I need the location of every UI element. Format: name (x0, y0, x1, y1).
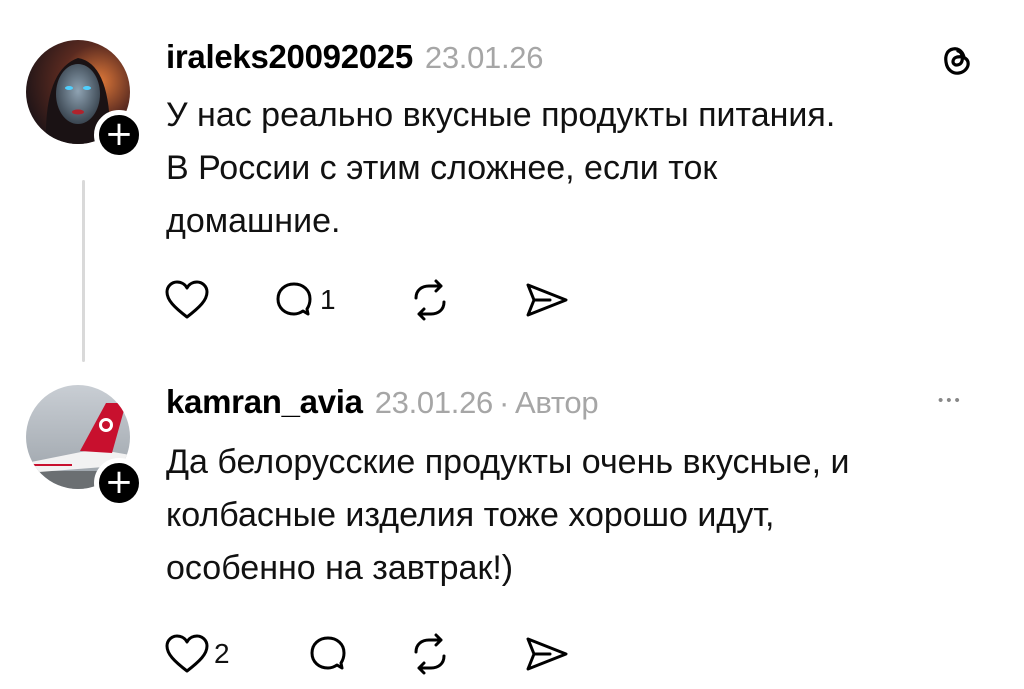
thread-connector-line (82, 180, 85, 362)
reply-button[interactable]: 1 (272, 272, 336, 328)
repost-icon (414, 633, 446, 675)
text-line: Да белорусские продукты очень вкусные, и (166, 443, 850, 481)
comment-header: iraleks20092025 23.01.26 (166, 38, 544, 76)
share-send-icon (526, 637, 568, 671)
text-line: В России с этим сложнее, если ток (166, 149, 718, 187)
repost-button[interactable] (408, 272, 452, 328)
like-button[interactable]: 2 (164, 626, 230, 682)
text-line: У нас реально вкусные продукты питания. (166, 96, 836, 134)
reply-count: 1 (320, 284, 336, 315)
timestamp: 23.01.26 (374, 385, 494, 420)
text-line: домашние. (166, 202, 341, 240)
reply-button[interactable] (306, 626, 354, 682)
share-send-icon (526, 283, 568, 317)
username[interactable]: iraleks20092025 (166, 38, 413, 75)
text-line: колбасные изделия тоже хорошо идут, (166, 496, 775, 534)
timestamp: 23.01.26 (424, 40, 544, 75)
repost-icon (414, 279, 446, 321)
share-button[interactable] (522, 272, 570, 328)
more-dots: ••• (938, 392, 963, 409)
share-button[interactable] (522, 626, 570, 682)
comment-header: kamran_avia 23.01.26 · Автор (166, 383, 599, 421)
like-count: 2 (214, 638, 230, 669)
text-line: особенно на завтрак!) (166, 549, 514, 587)
comment-bubble-icon (276, 282, 312, 316)
comment-text: У нас реально вкусные продукты питания. … (166, 89, 986, 248)
like-button[interactable] (164, 272, 214, 328)
separator: · (498, 385, 509, 420)
heart-icon (165, 280, 209, 319)
username[interactable]: kamran_avia (166, 383, 363, 420)
heart-icon (165, 634, 209, 673)
comment-text: Да белорусские продукты очень вкусные, и… (166, 436, 986, 595)
more-options-icon[interactable]: ••• (938, 392, 963, 409)
threads-logo-icon[interactable] (940, 40, 974, 83)
follow-button[interactable]: + (94, 110, 144, 160)
author-badge: Автор (515, 385, 599, 420)
repost-button[interactable] (408, 626, 452, 682)
comment-bubble-icon (310, 636, 346, 670)
follow-button[interactable]: + (94, 458, 144, 508)
